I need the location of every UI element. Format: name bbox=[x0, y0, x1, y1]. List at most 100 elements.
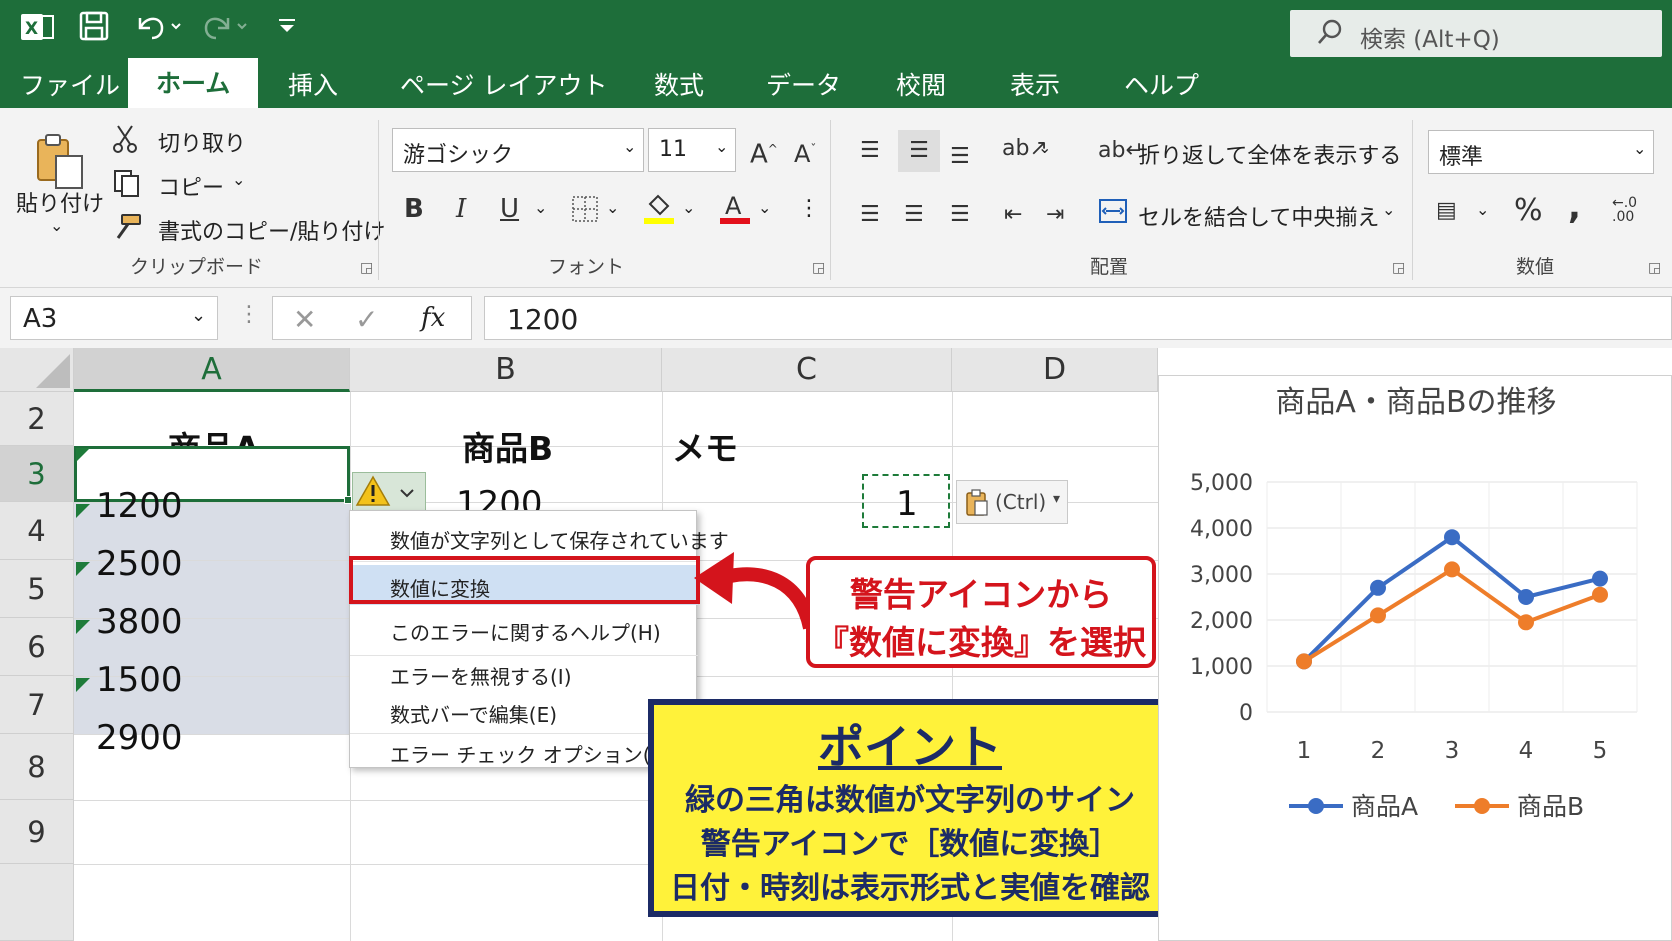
tab-formulas[interactable]: 数式 bbox=[654, 64, 704, 108]
chevron-down-icon: ⌄ bbox=[1633, 139, 1647, 158]
cancel-icon[interactable]: ✕ bbox=[293, 303, 316, 336]
accounting-format-icon[interactable]: ▤ bbox=[1436, 196, 1457, 226]
font-name-select[interactable]: 游ゴシック ⌄ bbox=[392, 128, 644, 172]
line-chart[interactable]: 商品A・商品Bの推移 5,000 4,000 3,000 2,000 1,000 0 1 2 3 4… bbox=[1158, 375, 1672, 941]
chevron-down-icon: ▾ bbox=[1053, 491, 1061, 507]
cell-d3[interactable]: 1 bbox=[896, 484, 918, 524]
tab-help[interactable]: ヘルプ bbox=[1124, 64, 1199, 108]
row-header-2[interactable]: 2 bbox=[0, 392, 74, 446]
column-header-a[interactable]: A bbox=[74, 348, 350, 392]
paste-dropdown-icon[interactable]: ⌄ bbox=[50, 216, 63, 235]
more-options-icon[interactable]: ⋮ bbox=[798, 196, 820, 221]
cell-c2[interactable]: メモ bbox=[672, 422, 738, 470]
undo-icon[interactable] bbox=[134, 10, 184, 51]
fill-color-icon[interactable] bbox=[642, 190, 676, 233]
increase-font-size-icon[interactable]: A^ bbox=[750, 134, 778, 170]
font-size-select[interactable]: 11 ⌄ bbox=[648, 128, 736, 172]
chevron-down-icon: ⌄ bbox=[715, 137, 729, 156]
tab-view[interactable]: 表示 bbox=[1010, 64, 1060, 108]
increase-decimal-icon[interactable]: ←.0.00 bbox=[1612, 196, 1637, 224]
merge-dropdown-icon[interactable]: ⌄ bbox=[1382, 200, 1395, 219]
font-launcher-icon[interactable]: ◲ bbox=[812, 260, 825, 276]
error-indicator-triangle bbox=[76, 448, 90, 462]
row-header-4[interactable]: 4 bbox=[0, 502, 74, 560]
row-header-7[interactable]: 7 bbox=[0, 676, 74, 734]
merge-center-button[interactable]: セルを結合して中央揃え bbox=[1138, 200, 1379, 232]
middle-align-icon[interactable]: ☰ bbox=[898, 130, 940, 172]
top-align-icon[interactable]: ☰ bbox=[860, 136, 880, 166]
fill-handle[interactable] bbox=[344, 496, 352, 504]
error-warning-button[interactable] bbox=[352, 472, 426, 512]
alignment-launcher-icon[interactable]: ◲ bbox=[1392, 260, 1405, 276]
align-center-icon[interactable]: ☰ bbox=[904, 200, 924, 230]
row-header-5[interactable]: 5 bbox=[0, 560, 74, 618]
tab-review[interactable]: 校閲 bbox=[896, 64, 946, 108]
cell-a4[interactable]: 2500 bbox=[96, 544, 183, 584]
name-box[interactable]: A3 ⌄ bbox=[10, 296, 218, 340]
clipboard-launcher-icon[interactable]: ◲ bbox=[360, 260, 373, 276]
tab-insert[interactable]: 挿入 bbox=[288, 64, 338, 108]
decrease-font-size-icon[interactable]: Aˇ bbox=[794, 134, 816, 169]
paste-options-button[interactable]: (Ctrl) ▾ bbox=[956, 480, 1068, 524]
borders-dropdown-icon[interactable]: ⌄ bbox=[606, 198, 619, 217]
align-right-icon[interactable]: ☰ bbox=[950, 200, 970, 230]
search-box[interactable]: 検索 (Alt+Q) bbox=[1290, 10, 1662, 57]
wrap-text-button[interactable]: 折り返して全体を表示する bbox=[1138, 138, 1401, 170]
cut-button[interactable]: 切り取り bbox=[158, 126, 246, 158]
percent-icon[interactable]: % bbox=[1514, 196, 1543, 226]
save-icon[interactable] bbox=[78, 10, 110, 51]
copy-dropdown-icon[interactable]: ⌄ bbox=[232, 170, 245, 189]
error-indicator-triangle bbox=[76, 620, 90, 634]
copy-button[interactable]: コピー bbox=[158, 170, 224, 202]
underline-icon[interactable]: U bbox=[500, 194, 519, 224]
row-header-3[interactable]: 3 bbox=[0, 446, 74, 502]
cell-a3[interactable]: 1200 bbox=[96, 486, 183, 526]
customize-toolbar-icon[interactable] bbox=[276, 10, 298, 51]
formula-input[interactable]: 1200 bbox=[484, 296, 1672, 340]
enter-icon[interactable]: ✓ bbox=[355, 303, 378, 336]
cell-a7[interactable]: 2900 bbox=[96, 718, 183, 758]
tab-page-layout[interactable]: ページ レイアウト bbox=[400, 64, 607, 108]
align-left-icon[interactable]: ☰ bbox=[860, 200, 880, 230]
menu-item-edit-in-formula-bar[interactable]: 数式バーで編集(E) bbox=[390, 699, 557, 728]
italic-icon[interactable]: I bbox=[456, 194, 466, 224]
title-bar: X 検索 (Alt+Q) ファイル ホーム 挿入 ページ レイアウト 数式 デー… bbox=[0, 0, 1672, 108]
format-painter-button[interactable]: 書式のコピー/貼り付け bbox=[158, 214, 385, 246]
row-header-10[interactable] bbox=[0, 864, 74, 941]
redo-icon[interactable] bbox=[200, 10, 250, 51]
chart-point bbox=[1444, 561, 1460, 578]
orientation-dropdown-icon[interactable]: ⌄ bbox=[1038, 138, 1051, 157]
borders-icon[interactable] bbox=[570, 194, 600, 231]
cell-a5[interactable]: 3800 bbox=[96, 602, 183, 642]
paste-button[interactable]: 貼り付け bbox=[16, 186, 104, 218]
font-color-dropdown-icon[interactable]: ⌄ bbox=[758, 198, 771, 217]
fill-color-dropdown-icon[interactable]: ⌄ bbox=[682, 198, 695, 217]
number-format-select[interactable]: 標準 ⌄ bbox=[1428, 130, 1654, 174]
select-all-corner[interactable] bbox=[0, 348, 74, 392]
cell-a6[interactable]: 1500 bbox=[96, 660, 183, 700]
underline-dropdown-icon[interactable]: ⌄ bbox=[534, 198, 547, 217]
bottom-align-icon[interactable]: ☰ bbox=[950, 142, 970, 172]
row-header-9[interactable]: 9 bbox=[0, 800, 74, 864]
row-header-8[interactable]: 8 bbox=[0, 734, 74, 800]
accounting-dropdown-icon[interactable]: ⌄ bbox=[1476, 200, 1489, 219]
row-header-6[interactable]: 6 bbox=[0, 618, 74, 676]
tab-home[interactable]: ホーム bbox=[128, 58, 259, 108]
menu-item-ignore-error[interactable]: エラーを無視する(I) bbox=[390, 661, 572, 690]
cell-b2[interactable]: 商品B bbox=[462, 422, 553, 470]
column-header-d[interactable]: D bbox=[952, 348, 1158, 392]
font-color-icon[interactable]: A bbox=[718, 190, 752, 233]
bold-icon[interactable]: B bbox=[404, 194, 424, 224]
column-header-c[interactable]: C bbox=[662, 348, 952, 392]
tab-data[interactable]: データ bbox=[766, 64, 841, 108]
chart-x-tick-label: 3 bbox=[1445, 738, 1460, 764]
ribbon-separator bbox=[1412, 120, 1413, 280]
number-launcher-icon[interactable]: ◲ bbox=[1648, 260, 1661, 276]
increase-indent-icon[interactable]: ⇥ bbox=[1046, 200, 1064, 230]
comma-style-icon[interactable]: , bbox=[1568, 190, 1581, 224]
menu-item-help[interactable]: このエラーに関するヘルプ(H) bbox=[390, 617, 661, 646]
tab-file[interactable]: ファイル bbox=[20, 64, 120, 108]
column-header-b[interactable]: B bbox=[350, 348, 662, 392]
insert-function-icon[interactable]: fx bbox=[421, 303, 445, 333]
decrease-indent-icon[interactable]: ⇤ bbox=[1004, 200, 1022, 230]
